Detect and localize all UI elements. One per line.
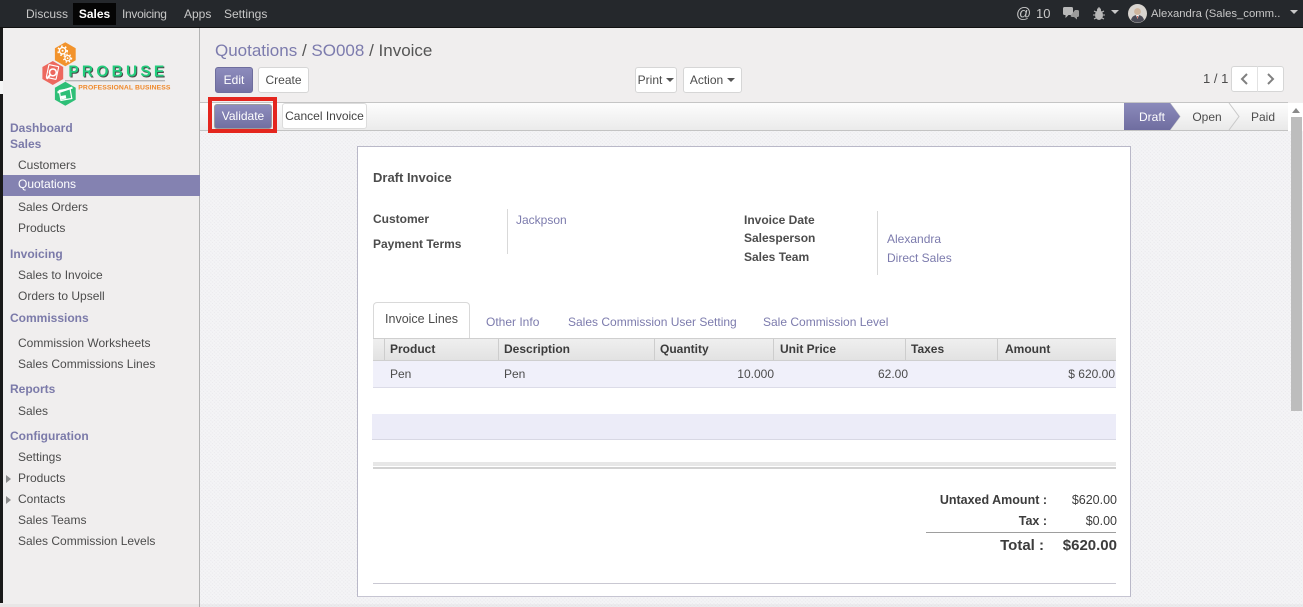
- svg-text:PROFESSIONAL BUSINESS: PROFESSIONAL BUSINESS: [78, 85, 171, 92]
- svg-text:PROBUSE: PROBUSE: [68, 64, 167, 81]
- svg-text:Paid: Paid: [1251, 110, 1275, 124]
- svg-text:Open: Open: [1192, 110, 1221, 124]
- svg-text:Draft: Draft: [1139, 110, 1166, 124]
